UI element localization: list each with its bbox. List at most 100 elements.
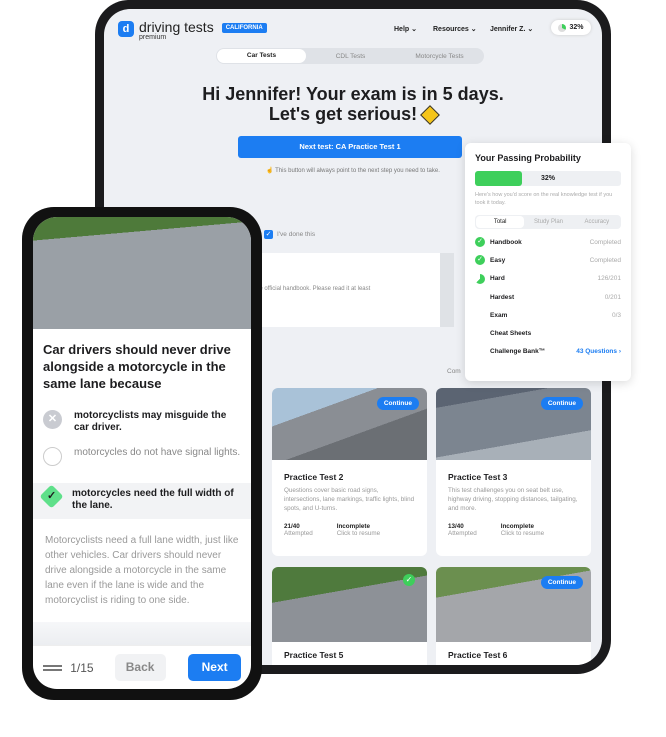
practice-test-card[interactable]: Continue Practice Test 3 This test chall…: [436, 388, 591, 556]
card-description: This test challenges you on seat belt us…: [448, 487, 578, 512]
probability-row[interactable]: Challenge Bank™ 43 Questions ›: [475, 343, 621, 361]
option-text: motorcycles do not have signal lights.: [74, 447, 241, 458]
probability-row[interactable]: ✓ Handbook Completed: [475, 233, 621, 251]
answer-option-correct[interactable]: ✓ motorcycles need the full width of the …: [33, 483, 251, 519]
phone-device: Car drivers should never drive alongside…: [22, 207, 262, 700]
checkbox-label: I've done this: [277, 231, 316, 238]
answer-option[interactable]: motorcycles do not have signal lights.: [33, 447, 251, 466]
nav-user-menu[interactable]: Jennifer Z. ⌄: [490, 25, 533, 33]
done-checkbox-row[interactable]: ✓ I've done this: [264, 230, 315, 239]
phone-screen: Car drivers should never drive alongside…: [33, 217, 251, 689]
progress-pill-value: 32%: [569, 24, 584, 31]
tab-accuracy[interactable]: Accuracy: [573, 219, 621, 225]
row-name: Easy: [490, 256, 506, 264]
row-value: 126/201: [597, 275, 622, 283]
road-sign-icon: [420, 105, 441, 126]
brand-sub: premium: [139, 34, 167, 41]
title-line-1: Hi Jennifer! Your exam is in 5 days.: [202, 84, 504, 104]
handbook-image: [440, 253, 454, 327]
tab-car-tests[interactable]: Car Tests: [217, 49, 306, 63]
empty-circle-icon: [475, 310, 485, 321]
row-value: 0/201: [604, 293, 621, 301]
row-name: Handbook: [490, 238, 522, 246]
row-value[interactable]: 43 Questions ›: [576, 348, 621, 355]
card-status: Incomplete: [500, 523, 534, 530]
test-image: Continue: [436, 388, 591, 460]
check-circle-icon: ✓: [475, 237, 485, 248]
progress-pill[interactable]: 32%: [551, 20, 591, 35]
probability-row[interactable]: Hardest 0/201: [475, 288, 621, 306]
nav-help[interactable]: Help ⌄: [394, 25, 417, 33]
test-type-tabs: Car Tests CDL Tests Motorcycle Tests: [216, 48, 484, 64]
row-name: Exam: [490, 311, 508, 319]
row-value: 0/3: [611, 311, 621, 319]
probability-row[interactable]: ✓ Easy Completed: [475, 251, 621, 269]
probability-fill: [475, 171, 522, 186]
row-value: Completed: [589, 256, 621, 264]
card-description: Questions cover basic road signs, inters…: [284, 487, 415, 512]
practice-test-card[interactable]: Continue Practice Test 2 Questions cover…: [272, 388, 427, 556]
tab-total[interactable]: Total: [476, 216, 525, 228]
next-test-button[interactable]: Next test: CA Practice Test 1: [238, 136, 462, 158]
probability-bar: 32%: [475, 171, 621, 186]
passing-probability-panel: Your Passing Probability 32% Here's how …: [465, 143, 631, 381]
explanation-text: Motorcyclists need a full lane width, ju…: [45, 535, 239, 606]
partial-label: Com: [447, 368, 461, 375]
title-line-2: Let's get serious!: [268, 104, 418, 124]
option-text: motorcycles need the full width of the l…: [72, 488, 234, 511]
card-progress: 21/40: [284, 523, 300, 530]
probability-row[interactable]: Exam 0/3: [475, 306, 621, 324]
card-title: Practice Test 2: [284, 472, 344, 482]
nav-resources[interactable]: Resources ⌄: [433, 25, 477, 33]
question-counter: 1/15: [70, 660, 94, 675]
brand-logo[interactable]: d driving tests premium CALIFORNIA: [118, 20, 267, 41]
practice-test-card[interactable]: Continue Practice Test 6: [436, 567, 591, 665]
card-status-label: Click to resume: [336, 530, 381, 537]
tab-cdl-tests[interactable]: CDL Tests: [306, 53, 395, 60]
card-title: Practice Test 6: [448, 650, 508, 660]
row-name: Hardest: [490, 293, 515, 301]
card-progress-label: Attempted: [448, 530, 477, 537]
probability-row[interactable]: Hard 126/201: [475, 270, 621, 288]
answer-option[interactable]: ✕ motorcyclists may misguide the car driv…: [33, 410, 251, 434]
tab-study-plan[interactable]: Study Plan: [524, 219, 572, 225]
continue-badge[interactable]: Continue: [376, 397, 419, 410]
card-status: Incomplete: [336, 523, 370, 530]
probability-value: 32%: [540, 175, 555, 182]
panel-title: Your Passing Probability: [475, 153, 581, 163]
tab-motorcycle-tests[interactable]: Motorcycle Tests: [395, 53, 484, 60]
next-button[interactable]: Next: [188, 654, 242, 681]
row-name: Challenge Bank™: [490, 348, 546, 356]
wrong-x-icon: ✕: [43, 410, 62, 429]
logo-icon: d: [118, 21, 134, 37]
continue-badge[interactable]: Continue: [540, 576, 583, 589]
row-name: Cheat Sheets: [490, 330, 532, 338]
progress-pie-icon: [475, 273, 485, 284]
card-title: Practice Test 5: [284, 650, 344, 660]
scroll-fade: [33, 622, 251, 645]
probability-note: Here's how you'd score on the real knowl…: [475, 192, 613, 206]
checkbox-icon[interactable]: ✓: [264, 230, 273, 239]
test-image: Continue: [272, 388, 427, 460]
card-title: Practice Test 3: [448, 472, 508, 482]
empty-circle-icon: [475, 328, 485, 339]
test-image: Continue: [436, 567, 591, 642]
option-text: motorcyclists may misguide the car drive…: [74, 410, 227, 433]
practice-test-card[interactable]: ✓ Practice Test 5: [272, 567, 427, 665]
row-name: Hard: [490, 275, 505, 283]
probability-row[interactable]: Cheat Sheets: [475, 324, 621, 342]
progress-pie-icon: [558, 23, 567, 32]
empty-circle-icon: [475, 292, 485, 303]
back-button[interactable]: Back: [114, 654, 166, 681]
menu-icon[interactable]: [43, 664, 63, 671]
state-badge: CALIFORNIA: [221, 23, 267, 33]
continue-badge[interactable]: Continue: [540, 397, 583, 410]
handbook-text: he official handbook. Please read it at …: [256, 286, 371, 292]
question-image: [33, 217, 251, 329]
page-title: Hi Jennifer! Your exam is in 5 days. Let'…: [104, 84, 602, 126]
question-footer: 1/15 Back Next: [33, 645, 251, 689]
correct-check-icon: ✓: [39, 484, 64, 509]
handbook-card[interactable]: he official handbook. Please read it at …: [244, 253, 440, 327]
radio-icon[interactable]: [43, 447, 62, 466]
check-circle-icon: ✓: [475, 255, 485, 266]
